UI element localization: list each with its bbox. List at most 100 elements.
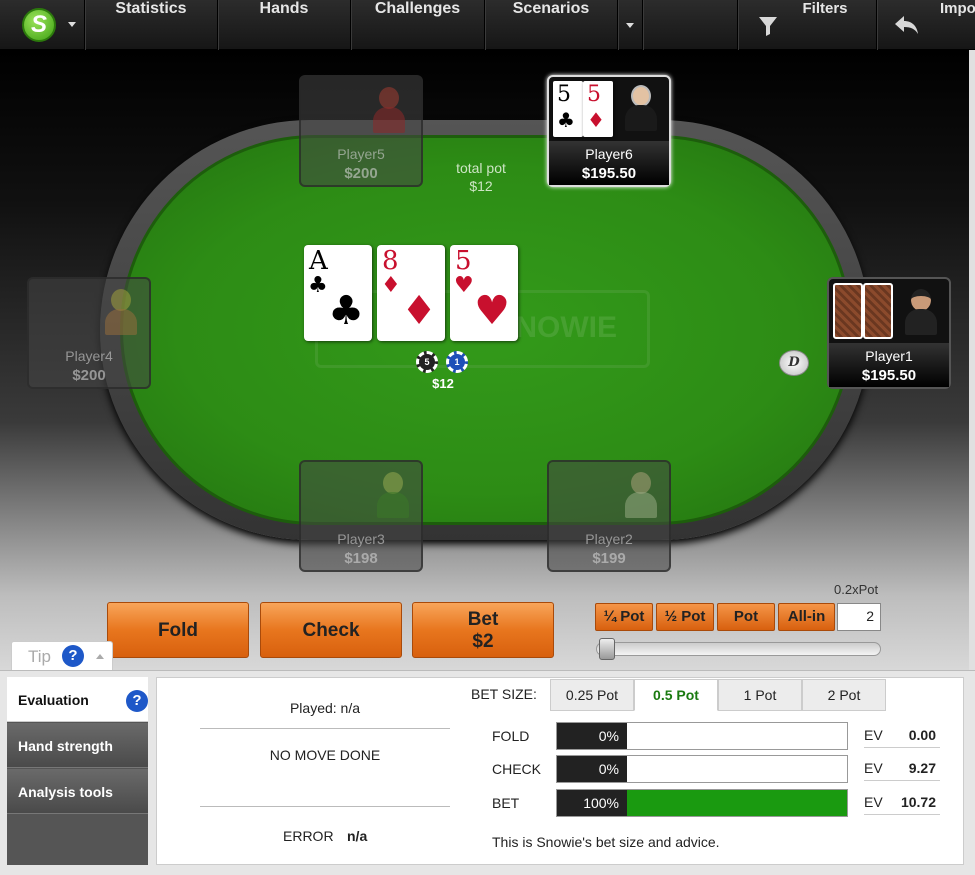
board-card-2: 8 ♦ ♦ xyxy=(377,245,445,341)
tab-0-25-pot[interactable]: 0.25 Pot xyxy=(550,679,634,711)
ev-label: EV xyxy=(864,760,883,776)
pot-chips-amount: $12 xyxy=(432,376,454,391)
player4-info: Player4 $200 xyxy=(29,343,149,387)
chip-5-icon: 5 xyxy=(416,351,438,373)
fold-percent: 0% xyxy=(557,723,627,749)
fold-ev-value: 0.00 xyxy=(908,727,936,743)
diamond-icon: ♦ xyxy=(587,108,605,132)
player6-name: Player6 xyxy=(585,146,633,162)
check-percent: 0% xyxy=(557,756,627,782)
player3-name: Player3 xyxy=(337,531,385,547)
player2-avatar xyxy=(625,472,657,518)
seat-player1[interactable]: Player1 $195.50 xyxy=(827,277,951,389)
snowie-logo-button[interactable]: S xyxy=(22,8,56,42)
sidebar-item-analysis-tools[interactable]: Analysis tools xyxy=(7,769,148,814)
sidebar-item-hand-strength[interactable]: Hand strength xyxy=(7,723,148,768)
top-navigation-bar: S Statistics Hands Challenges Scenarios … xyxy=(0,0,975,50)
import-arrow-icon[interactable] xyxy=(893,14,921,36)
club-icon: ♣ xyxy=(557,108,575,132)
fold-frequency-bar: 0% xyxy=(556,722,848,750)
tip-tab[interactable]: Tip ? xyxy=(11,641,113,671)
nav-statistics[interactable]: Statistics xyxy=(85,0,217,50)
vertical-scrollbar[interactable] xyxy=(969,50,975,670)
nav-hands[interactable]: Hands xyxy=(218,0,350,50)
import-button[interactable]: Impo xyxy=(940,0,975,50)
logo-menu-chevron-icon[interactable] xyxy=(68,22,76,27)
player4-avatar xyxy=(105,289,137,335)
bet-button[interactable]: Bet $2 xyxy=(412,602,554,658)
evaluation-help-icon[interactable]: ? xyxy=(126,690,148,712)
tab-0-5-pot[interactable]: 0.5 Pot xyxy=(634,679,718,711)
nav-challenges[interactable]: Challenges xyxy=(351,0,484,50)
nav-divider xyxy=(642,0,643,50)
error-value: n/a xyxy=(347,828,368,844)
seat-player4[interactable]: Player4 $200 xyxy=(27,277,151,389)
card-rank: 5 xyxy=(455,246,472,276)
seat-player5[interactable]: Player5 $200 xyxy=(299,75,423,187)
pot-button[interactable]: Pot xyxy=(717,603,775,631)
card-rank: 8 xyxy=(382,246,399,276)
player1-info: Player1 $195.50 xyxy=(829,343,949,387)
seat-player2[interactable]: Player2 $199 xyxy=(547,460,671,572)
player6-hole-card-2: 5 ♦ xyxy=(583,81,613,137)
check-button[interactable]: Check xyxy=(260,602,402,658)
player5-name: Player5 xyxy=(337,146,385,162)
bet-size-slider-handle[interactable] xyxy=(599,638,615,660)
card-rank: 5 xyxy=(587,82,601,107)
divider xyxy=(200,728,450,729)
player4-name: Player4 xyxy=(65,348,113,364)
card-rank: A xyxy=(309,246,328,276)
sidebar-item-label: Evaluation xyxy=(18,692,89,708)
club-icon: ♣ xyxy=(308,273,328,298)
seat-player6[interactable]: 5 ♣ 5 ♦ Player6 $195.50 xyxy=(547,75,671,187)
check-frequency-bar: 0% xyxy=(556,755,848,783)
player2-stack: $199 xyxy=(592,550,626,567)
check-ev: EV 9.27 xyxy=(864,755,940,781)
heart-icon: ♥ xyxy=(454,273,474,298)
pot-multiple-label: 0.2xPot xyxy=(834,582,879,597)
club-icon: ♣ xyxy=(328,288,364,334)
check-ev-value: 9.27 xyxy=(908,760,936,776)
tip-collapse-chevron-icon[interactable] xyxy=(96,654,104,659)
player1-avatar xyxy=(905,289,937,335)
fold-ev: EV 0.00 xyxy=(864,722,940,748)
diamond-icon: ♦ xyxy=(381,273,401,298)
player6-info: Player6 $195.50 xyxy=(549,141,669,185)
player3-info: Player3 $198 xyxy=(301,526,421,570)
player1-stack: $195.50 xyxy=(861,367,917,384)
bet-button-label: Bet xyxy=(467,609,499,630)
bet-ev-value: 10.72 xyxy=(900,794,936,810)
error-label: ERROR xyxy=(283,828,334,844)
nav-scenarios[interactable]: Scenarios xyxy=(485,0,617,50)
bet-size-label: BET SIZE: xyxy=(471,686,537,702)
board-card-1: A ♣ ♣ xyxy=(304,245,372,341)
more-menu-chevron-icon[interactable] xyxy=(626,23,634,28)
player3-stack: $198 xyxy=(344,550,378,567)
bet-percent: 100% xyxy=(557,790,627,816)
chip-1-icon: 1 xyxy=(446,351,468,373)
seat-player3[interactable]: Player3 $198 xyxy=(299,460,423,572)
bet-amount-input[interactable]: 2 xyxy=(837,603,881,631)
bet-size-slider[interactable] xyxy=(596,642,881,656)
player1-name: Player1 xyxy=(865,348,913,364)
all-in-button[interactable]: All-in xyxy=(778,603,835,631)
filters-button[interactable]: Filters xyxy=(790,0,860,50)
tip-help-icon[interactable]: ? xyxy=(62,645,84,667)
ev-label: EV xyxy=(864,794,883,810)
player6-stack: $195.50 xyxy=(581,165,637,182)
nav-divider xyxy=(617,0,618,50)
sidebar-item-label: Hand strength xyxy=(18,738,113,754)
quarter-pot-button[interactable]: ¼ Pot xyxy=(595,603,653,631)
sidebar-item-label: Analysis tools xyxy=(18,784,113,800)
player2-name: Player2 xyxy=(585,531,633,547)
filter-icon[interactable] xyxy=(758,15,778,37)
player4-stack: $200 xyxy=(72,367,106,384)
tab-1-pot[interactable]: 1 Pot xyxy=(718,679,802,711)
fold-button[interactable]: Fold xyxy=(107,602,249,658)
half-pot-button[interactable]: ½ Pot xyxy=(656,603,714,631)
player1-card-back xyxy=(863,283,893,339)
tab-2-pot[interactable]: 2 Pot xyxy=(802,679,886,711)
player3-avatar xyxy=(377,472,409,518)
check-row-label: CHECK xyxy=(492,761,542,777)
bet-button-amount: $2 xyxy=(472,631,494,652)
